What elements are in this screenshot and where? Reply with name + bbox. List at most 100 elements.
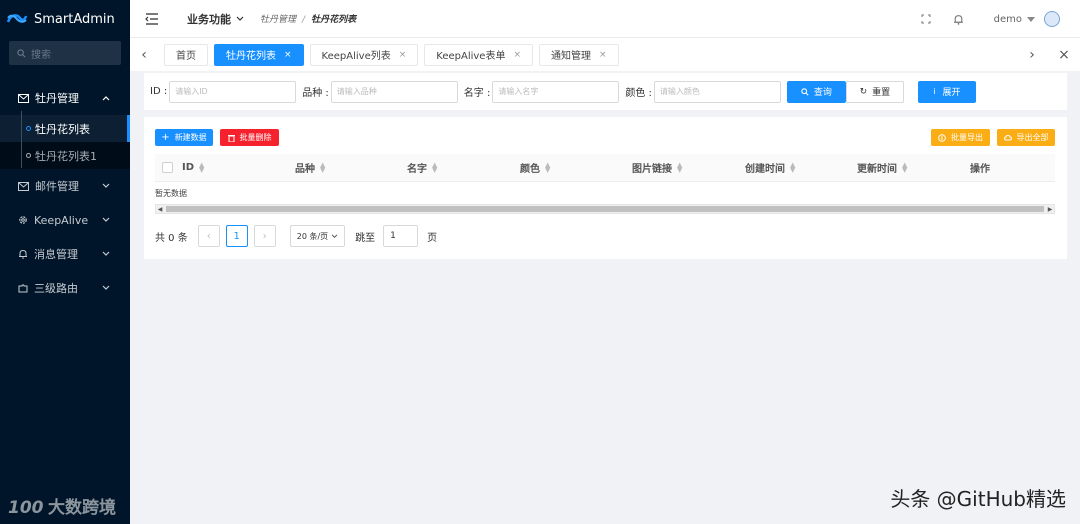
sidebar-search-input[interactable]: 搜索 bbox=[9, 41, 121, 65]
query-button[interactable]: 查询 bbox=[786, 80, 846, 103]
column-header-name[interactable]: 名字 ▲ ▼ bbox=[407, 160, 520, 175]
color-input[interactable]: 请输入颜色 bbox=[653, 80, 781, 103]
page-size-select[interactable]: 20 条/页 bbox=[289, 225, 346, 247]
sort-icon[interactable]: ▲ ▼ bbox=[432, 161, 437, 173]
export-all-button[interactable]: 导出全部 bbox=[997, 129, 1055, 146]
tabs-bar: ‹ 首页 牡丹花列表 × KeepAlive列表 × KeepAlive表单 ×… bbox=[130, 38, 1080, 71]
filter-name: 名字 : 请输入名字 bbox=[464, 80, 620, 103]
tabs-scroll-right-icon[interactable]: › bbox=[1016, 47, 1048, 63]
table-header: ID ▲ ▼ 品种 ▲ ▼ 名字 ▲ ▼ 颜色 ▲ ▼ 图片链接 ▲ ▼ 创建时间 ▲ ▼ 更新时间 ▲ ▼… bbox=[155, 154, 1055, 182]
name-input[interactable]: 请输入名字 bbox=[492, 80, 620, 103]
tab-label: KeepAlive表单 bbox=[436, 51, 506, 62]
column-label: 创建时间 bbox=[745, 164, 785, 175]
bullet-icon bbox=[26, 153, 31, 158]
export-all-label: 导出全部 bbox=[1016, 133, 1049, 142]
breadcrumb-separator: / bbox=[302, 15, 306, 25]
query-button-label: 查询 bbox=[813, 88, 832, 98]
sidebar-item-message-management[interactable]: 消息管理 bbox=[0, 237, 130, 271]
sidebar-item-peony-management[interactable]: 牡丹管理 bbox=[0, 81, 130, 115]
cloud-download-icon bbox=[1003, 134, 1012, 140]
filter-label: 品种 : bbox=[302, 88, 329, 99]
tabs-scroll-left-icon[interactable]: ‹ bbox=[130, 47, 158, 63]
column-header-variety[interactable]: 品种 ▲ ▼ bbox=[295, 160, 407, 175]
close-icon[interactable]: × bbox=[399, 50, 407, 60]
breadcrumb-current: 牡丹花列表 bbox=[311, 15, 357, 25]
fullscreen-icon[interactable] bbox=[921, 14, 931, 24]
sort-icon[interactable]: ▲ ▼ bbox=[902, 161, 907, 173]
column-label: 操作 bbox=[970, 164, 990, 175]
column-header-image-link[interactable]: 图片链接 ▲ ▼ bbox=[632, 160, 745, 175]
batch-export-button[interactable]: 批量导出 bbox=[931, 129, 990, 146]
business-menu-dropdown[interactable]: 业务功能 bbox=[187, 11, 244, 27]
svg-text:100: 100 bbox=[8, 498, 44, 517]
sidebar-item-label: 邮件管理 bbox=[35, 180, 79, 193]
create-button[interactable]: + 新建数据 bbox=[155, 129, 213, 146]
sidebar-subitem-label: 牡丹花列表1 bbox=[35, 149, 97, 163]
chevron-down-icon bbox=[102, 251, 110, 256]
sort-icon[interactable]: ▲ ▼ bbox=[677, 161, 682, 173]
tab-keepalive-form[interactable]: KeepAlive表单 × bbox=[424, 43, 534, 66]
table-panel: + 新建数据 批量删除 批量导出 导出全部 ID ▲ ▼ 品种 ▲ ▼ 名字 ▲ ▼ 颜色 ▲… bbox=[144, 117, 1067, 259]
tree-line bbox=[21, 138, 22, 168]
filter-label: ID : bbox=[150, 86, 168, 97]
column-header-updated-at[interactable]: 更新时间 ▲ ▼ bbox=[857, 160, 970, 175]
sort-icon[interactable]: ▲ ▼ bbox=[199, 161, 204, 173]
scrollbar-thumb[interactable] bbox=[166, 206, 1044, 212]
page-number[interactable]: 1 bbox=[225, 225, 248, 247]
sidebar-subitem-peony-list[interactable]: 牡丹花列表 bbox=[0, 111, 130, 142]
batch-delete-button[interactable]: 批量删除 bbox=[220, 129, 279, 146]
filter-variety: 品种 : 请输入品种 bbox=[302, 80, 458, 103]
select-all-checkbox[interactable] bbox=[162, 162, 173, 173]
menu-fold-icon[interactable] bbox=[145, 12, 159, 26]
close-icon[interactable]: × bbox=[284, 50, 292, 60]
filter-id: ID : 请输入ID bbox=[150, 80, 297, 103]
column-label: ID bbox=[182, 162, 195, 173]
tab-keepalive-list[interactable]: KeepAlive列表 × bbox=[309, 43, 419, 66]
page-size-value: 20 条/页 bbox=[296, 231, 329, 241]
horizontal-scrollbar[interactable]: ◀ ▶ bbox=[155, 204, 1055, 214]
column-header-created-at[interactable]: 创建时间 ▲ ▼ bbox=[745, 160, 857, 175]
sidebar-item-mail-management[interactable]: 邮件管理 bbox=[0, 169, 130, 203]
sort-icon[interactable]: ▲ ▼ bbox=[790, 161, 795, 173]
close-icon[interactable]: × bbox=[513, 50, 521, 60]
chevron-down-icon bbox=[331, 233, 338, 238]
close-all-tabs-icon[interactable]: × bbox=[1048, 47, 1080, 63]
tab-peony-list[interactable]: 牡丹花列表 × bbox=[214, 43, 304, 66]
column-label: 名字 bbox=[407, 164, 427, 175]
column-label: 颜色 bbox=[520, 164, 540, 175]
breadcrumb-item[interactable]: 牡丹管理 bbox=[260, 15, 296, 25]
reset-button[interactable]: ↻ 重置 bbox=[845, 80, 904, 103]
tab-notification-management[interactable]: 通知管理 × bbox=[539, 43, 619, 66]
chevron-up-icon bbox=[102, 96, 110, 101]
trash-icon bbox=[227, 134, 235, 142]
logo-icon bbox=[6, 14, 28, 23]
app-logo[interactable]: SmartAdmin bbox=[0, 0, 130, 38]
sidebar-item-label: 消息管理 bbox=[34, 248, 78, 261]
caret-down-icon bbox=[1027, 16, 1035, 22]
column-header-color[interactable]: 颜色 ▲ ▼ bbox=[520, 160, 632, 175]
tab-home[interactable]: 首页 bbox=[164, 43, 208, 66]
scroll-right-icon[interactable]: ▶ bbox=[1046, 206, 1054, 213]
id-input[interactable]: 请输入ID bbox=[169, 80, 297, 103]
reload-icon: ↻ bbox=[859, 86, 868, 97]
sort-icon[interactable]: ▲ ▼ bbox=[320, 161, 325, 173]
top-header: 业务功能 牡丹管理 / 牡丹花列表 demo bbox=[130, 0, 1080, 38]
tab-label: 首页 bbox=[176, 51, 196, 62]
jump-page-input[interactable]: 1 bbox=[383, 225, 419, 247]
bell-icon[interactable] bbox=[953, 14, 964, 25]
expand-button[interactable]: i 展开 bbox=[917, 80, 976, 103]
close-icon[interactable]: × bbox=[599, 50, 607, 60]
prev-page-button[interactable]: ‹ bbox=[197, 225, 220, 247]
sidebar-item-keepalive[interactable]: KeepAlive bbox=[0, 203, 130, 237]
variety-input[interactable]: 请输入品种 bbox=[330, 80, 458, 103]
user-dropdown[interactable]: demo bbox=[994, 11, 1060, 27]
bell-icon bbox=[19, 249, 27, 259]
sidebar-subitem-peony-list-1[interactable]: 牡丹花列表1 bbox=[0, 138, 130, 169]
sidebar-item-nested-routes[interactable]: 三级路由 bbox=[0, 271, 130, 305]
sort-icon[interactable]: ▲ ▼ bbox=[545, 161, 550, 173]
next-page-button[interactable]: › bbox=[253, 225, 276, 247]
column-label: 品种 bbox=[295, 164, 315, 175]
scroll-left-icon[interactable]: ◀ bbox=[156, 206, 164, 213]
column-header-id[interactable]: ID ▲ ▼ bbox=[182, 161, 295, 173]
avatar[interactable] bbox=[1044, 11, 1060, 27]
